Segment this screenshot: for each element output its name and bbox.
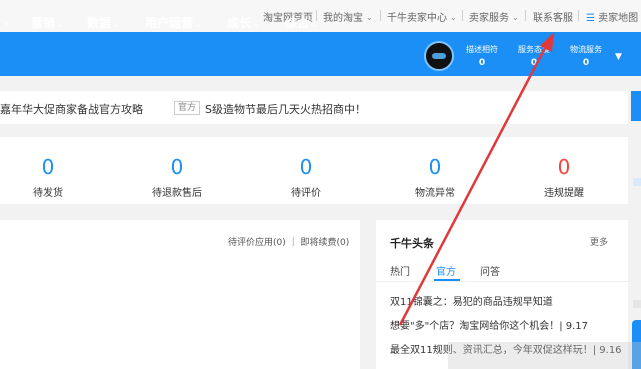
news-item[interactable]: 双11锦囊之：易犯的商品违规早知道 bbox=[390, 293, 553, 308]
stat-pending-refund[interactable]: 0 待退款售后 bbox=[137, 156, 217, 199]
side-widget[interactable] bbox=[633, 300, 641, 308]
site-map-link[interactable]: ☰ 卖家地图 bbox=[586, 9, 638, 24]
my-taobao-link[interactable]: 我的淘宝 ⌄ bbox=[323, 9, 373, 24]
nav-item-data[interactable]: 数据 ⌄ bbox=[87, 14, 121, 31]
side-widget[interactable] bbox=[631, 91, 641, 121]
chevron-down-icon: ⌄ bbox=[512, 13, 519, 22]
seller-center-link[interactable]: 千牛卖家中心 ⌄ bbox=[387, 9, 457, 24]
seller-service-link[interactable]: 卖家服务 ⌄ bbox=[469, 9, 519, 24]
chevron-down-icon: ⌄ bbox=[57, 20, 65, 30]
notice-link-left[interactable]: 嘉年华大促商家备战官方攻略 bbox=[0, 101, 143, 117]
contact-service-link[interactable]: 联系客服 bbox=[533, 9, 573, 24]
headlines-title: 千牛头条 bbox=[390, 237, 434, 250]
stat-pending-review[interactable]: 0 待评价 bbox=[266, 156, 346, 199]
eval-links[interactable]: 待评价应用(0) ｜ 即将续费(0) bbox=[228, 235, 349, 248]
nav-caret-prev[interactable]: ⌄ bbox=[1, 14, 11, 28]
tab-official[interactable]: 官方 bbox=[436, 263, 456, 278]
more-link[interactable]: 更多 bbox=[590, 235, 608, 248]
active-tab-indicator bbox=[434, 279, 460, 281]
menu-icon: ☰ bbox=[586, 13, 595, 24]
stat-service: 服务态度 0 bbox=[518, 45, 550, 68]
nav-item-growth[interactable]: 成长 ⌄ bbox=[227, 14, 261, 31]
chevron-down-icon: ⌄ bbox=[366, 13, 373, 22]
screenshot-highlight bbox=[448, 342, 641, 369]
nav-item-marketing[interactable]: 营销 ⌄ bbox=[31, 14, 65, 31]
stat-violation-alert[interactable]: 0 违规提醒 bbox=[524, 156, 604, 199]
notice-link-right[interactable]: S级造物节最后几天火热招商中！ bbox=[205, 101, 366, 117]
chevron-down-icon: ⌄ bbox=[450, 13, 457, 22]
avatar[interactable] bbox=[424, 41, 454, 71]
tab-divider bbox=[376, 281, 628, 282]
chevron-down-icon[interactable]: ▼ bbox=[615, 52, 622, 62]
chevron-down-icon: ⌄ bbox=[195, 20, 203, 30]
nav-item-user-ops[interactable]: 用户运营 ⌄ bbox=[145, 14, 203, 31]
chevron-down-icon: ⌄ bbox=[311, 20, 319, 30]
stat-pending-shipment[interactable]: 0 待发货 bbox=[8, 156, 88, 199]
chevron-down-icon: ⌄ bbox=[253, 20, 261, 30]
news-item[interactable]: 想要"多"个店？淘宝网给你这个机会！| 9.17 bbox=[390, 317, 588, 332]
official-badge: 官方 bbox=[174, 101, 201, 115]
stat-logistics: 物流服务 0 bbox=[570, 45, 602, 68]
chevron-down-icon: ⌄ bbox=[113, 20, 121, 30]
tab-hot[interactable]: 热门 bbox=[390, 263, 410, 278]
nav-item-general[interactable]: 综合 ⌄ bbox=[285, 14, 319, 31]
stat-description: 描述相符 0 bbox=[466, 45, 498, 68]
stat-logistics-exception[interactable]: 0 物流异常 bbox=[395, 156, 475, 199]
side-widget[interactable] bbox=[633, 178, 641, 186]
tab-qa[interactable]: 问答 bbox=[480, 263, 500, 278]
